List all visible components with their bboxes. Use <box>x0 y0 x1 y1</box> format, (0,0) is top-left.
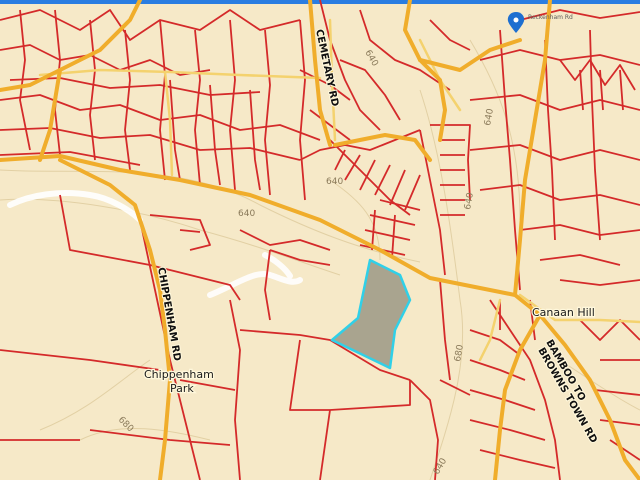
contour-label: 640 <box>463 192 476 211</box>
map-pin-icon[interactable] <box>507 12 525 33</box>
contour-label: 680 <box>453 344 466 363</box>
contour-label: 640 <box>362 49 379 69</box>
place-label-chippenham-park-line1: Chippenham <box>144 368 214 381</box>
contour-label: 680 <box>116 415 135 434</box>
contour-label: 640 <box>326 177 343 187</box>
main-roads <box>0 0 640 480</box>
marker-caption: Reckenham Rd <box>528 14 573 21</box>
place-label-chippenham-park-line2: Park <box>170 382 194 395</box>
white-areas <box>7 190 303 298</box>
map-canvas[interactable]: 640 640 640 640 640 640 680 680 CEMETARY… <box>0 0 640 480</box>
contour-label: 640 <box>238 209 255 219</box>
contour-label: 640 <box>483 108 496 127</box>
place-label-canaan-hill: Canaan Hill <box>532 306 595 319</box>
contour-label: 640 <box>432 456 449 476</box>
parcel-map[interactable]: 640 640 640 640 640 640 680 680 CEMETARY… <box>0 0 640 480</box>
selected-parcel[interactable] <box>330 258 412 370</box>
